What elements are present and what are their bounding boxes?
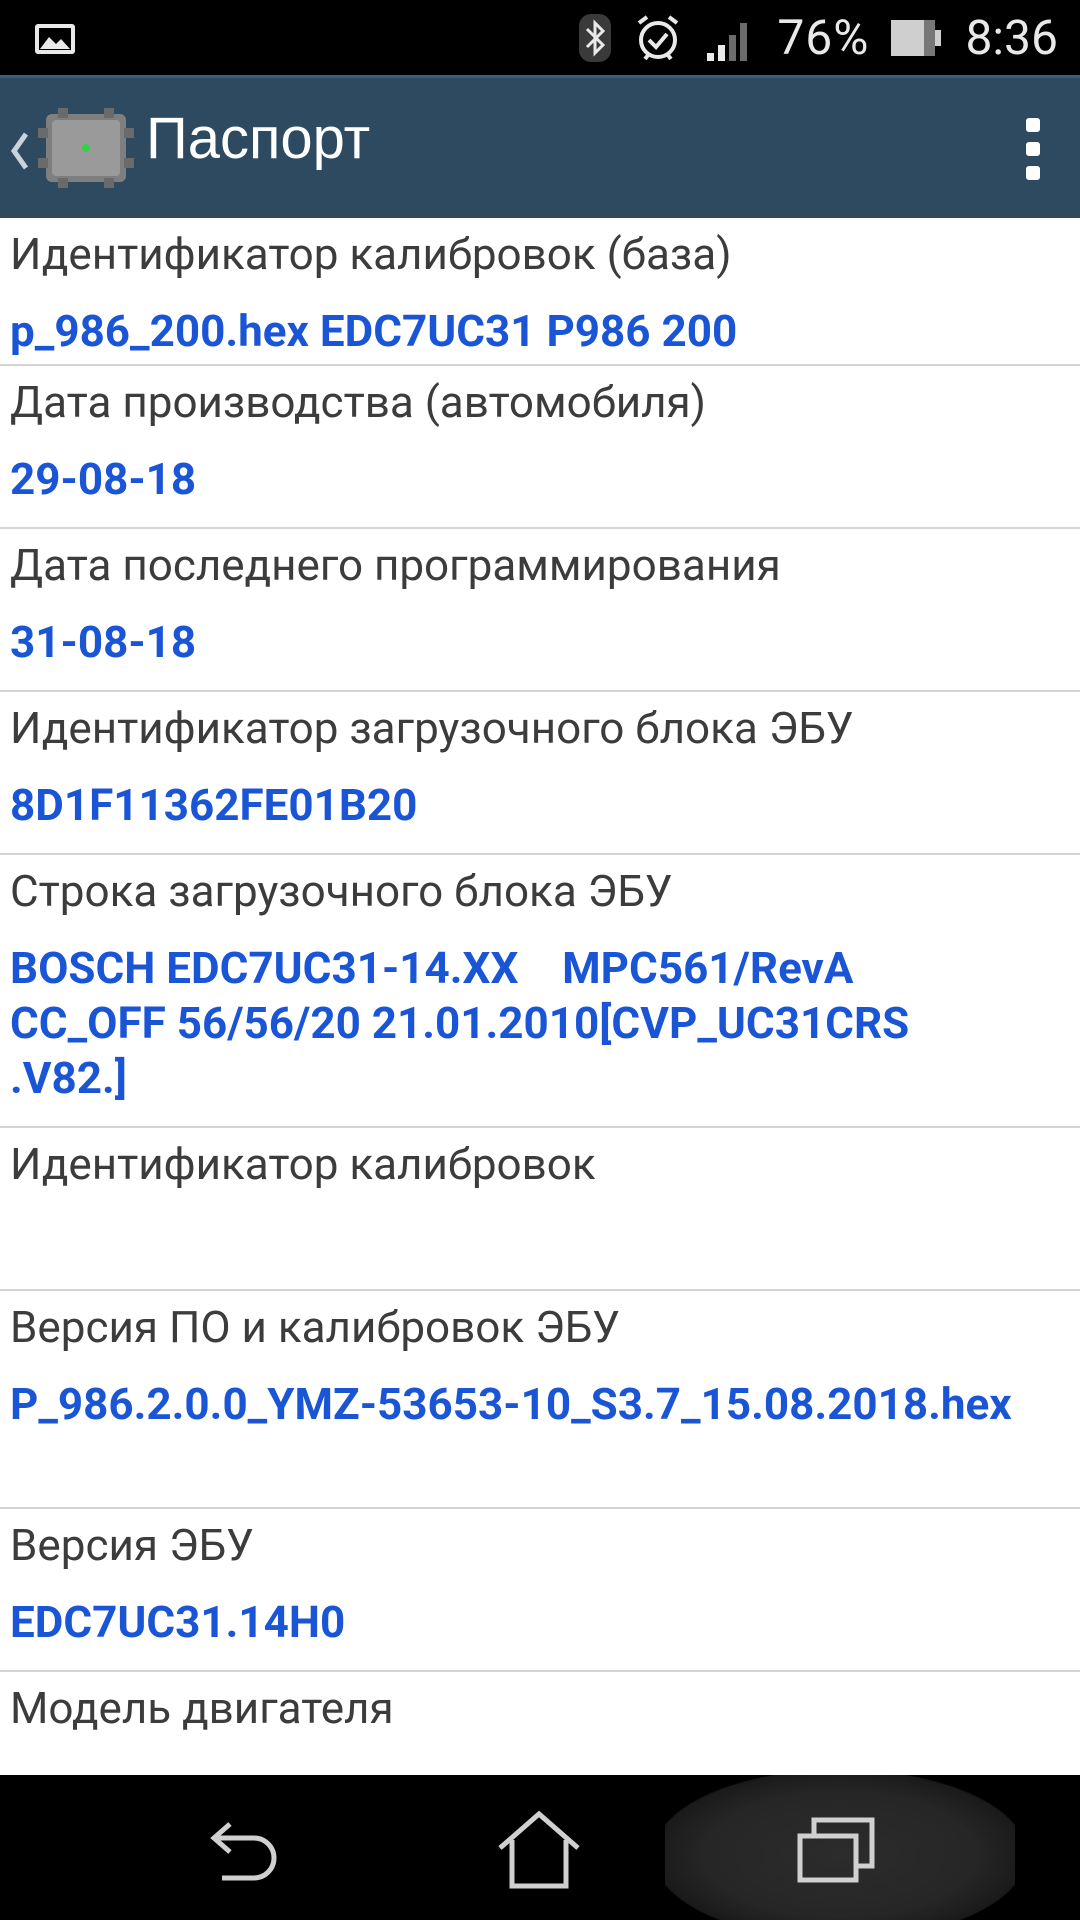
app-logo-icon[interactable] [38, 108, 134, 188]
item-label: Идентификатор калибровок [10, 1138, 596, 1190]
item-value: 31-08-18 [10, 616, 197, 668]
list-item[interactable]: Строка загрузочного блока ЭБУ BOSCH EDC7… [0, 855, 1080, 1128]
item-label: Дата последнего программирования [10, 539, 781, 591]
list-item[interactable]: Версия ЭБУ EDC7UC31.14H0 [0, 1509, 1080, 1672]
passport-list: Идентификатор калибровок (база) p_986_20… [0, 218, 1080, 1775]
item-value: 29-08-18 [10, 453, 197, 505]
item-label: Идентификатор загрузочного блока ЭБУ [10, 702, 854, 754]
item-label: Версия ПО и калибровок ЭБУ [10, 1301, 620, 1353]
item-value: BOSCH EDC7UC31-14.XX MPC561/RevA CC_OFF … [10, 942, 910, 1104]
item-label: Строка загрузочного блока ЭБУ [10, 865, 673, 917]
back-icon[interactable] [196, 1810, 286, 1890]
image-notification-icon [35, 24, 75, 54]
clock: 8:36 [965, 9, 1058, 66]
status-bar: 76% 8:36 [0, 0, 1080, 75]
action-bar: Паспорт [0, 75, 1080, 218]
battery-percent: 76% [777, 9, 870, 66]
item-label: Версия ЭБУ [10, 1519, 254, 1571]
item-label: Идентификатор калибровок (база) [10, 228, 732, 280]
page-title: Паспорт [146, 106, 371, 171]
bluetooth-icon [579, 13, 612, 62]
home-icon[interactable] [494, 1810, 584, 1890]
list-item[interactable]: Дата производства (автомобиля) 29-08-18 [0, 366, 1080, 529]
item-value: P_986.2.0.0_YMZ-53653-10_S3.7_15.08.2018… [10, 1378, 1012, 1430]
up-caret-icon[interactable] [6, 128, 32, 174]
item-value [10, 1736, 1070, 1775]
list-item[interactable]: Дата последнего программирования 31-08-1… [0, 529, 1080, 692]
item-value: EDC7UC31.14H0 [10, 1596, 346, 1648]
alarm-icon [638, 14, 679, 60]
overflow-menu-icon[interactable] [1022, 118, 1044, 180]
item-label: Дата производства (автомобиля) [10, 376, 706, 428]
item-label: Модель двигателя [10, 1682, 394, 1734]
item-value: p_986_200.hex EDC7UC31 P986 200 [10, 305, 738, 357]
list-item[interactable]: Версия ПО и калибровок ЭБУ P_986.2.0.0_Y… [0, 1291, 1080, 1509]
item-value [10, 1192, 1070, 1283]
battery-icon [891, 19, 942, 56]
list-item[interactable]: Модель двигателя [0, 1672, 1080, 1775]
recent-apps-icon[interactable] [792, 1810, 882, 1890]
list-item[interactable]: Идентификатор калибровок [0, 1128, 1080, 1291]
signal-icon [707, 22, 748, 61]
item-value: 8D1F11362FE01B20 [10, 779, 418, 831]
list-item[interactable]: Идентификатор калибровок (база) p_986_20… [0, 218, 1080, 366]
navigation-bar [0, 1775, 1080, 1920]
list-item[interactable]: Идентификатор загрузочного блока ЭБУ 8D1… [0, 692, 1080, 855]
